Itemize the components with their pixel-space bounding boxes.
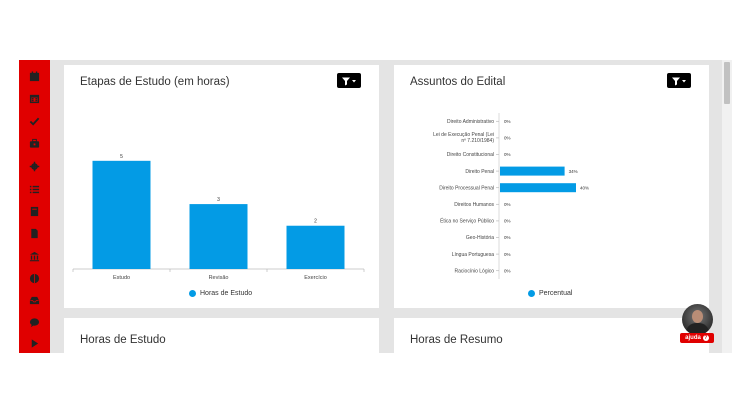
y-tick-label: Língua Portuguesa	[452, 252, 494, 258]
filter-button[interactable]	[667, 73, 691, 88]
bar-4[interactable]	[500, 183, 576, 193]
card-assuntos-do-edital: Assuntos do Edital Direito Administrativ…	[394, 65, 709, 308]
y-tick-label: nº 7.210/1984)	[461, 138, 494, 144]
data-label: 0%	[504, 219, 511, 224]
calendar-grid-icon	[29, 94, 40, 104]
card-horas-de-estudo: Horas de Estudo	[64, 318, 379, 353]
legend-label: Percentual	[539, 290, 573, 297]
card-title: Assuntos do Edital	[410, 76, 506, 88]
bar-exercício[interactable]	[286, 225, 345, 269]
sidebar-item-gear[interactable]	[27, 159, 42, 174]
sidebar-item-pie[interactable]	[27, 271, 42, 286]
legend-swatch	[189, 290, 196, 297]
y-tick-label: Direito Processual Penal	[439, 185, 494, 191]
card-horas-de-resumo: Horas de Resumo	[394, 318, 709, 353]
sidebar-item-document[interactable]	[27, 226, 42, 241]
data-label: 0%	[504, 152, 511, 157]
y-tick-label: Raciocínio Lógico	[455, 268, 495, 274]
list-icon	[29, 185, 40, 194]
sidebar-item-inbox[interactable]	[27, 293, 42, 308]
data-label: 0%	[504, 235, 511, 240]
card-title: Horas de Estudo	[80, 334, 166, 346]
data-label: 40%	[580, 185, 589, 190]
avatar-face	[692, 310, 703, 323]
help-label: ajuda	[685, 335, 701, 341]
sidebar-item-play[interactable]	[27, 336, 42, 351]
filter-button[interactable]	[337, 73, 361, 88]
x-tick-label: Exercício	[304, 275, 327, 281]
sidebar-item-chat[interactable]	[27, 315, 42, 330]
y-tick-label: Direito Penal	[465, 169, 494, 175]
y-tick-label: Direito Constitucional	[447, 152, 494, 158]
chat-icon	[29, 318, 40, 328]
sidebar	[19, 60, 50, 353]
data-label: 0%	[504, 119, 511, 124]
check-icon	[29, 117, 40, 126]
gear-icon	[29, 161, 40, 172]
help-question-icon: ?	[702, 335, 709, 341]
data-label: 5	[120, 154, 123, 160]
y-tick-label: Direito Administrativo	[447, 119, 494, 125]
y-tick-label: Geo-História	[466, 235, 494, 241]
bank-icon	[29, 251, 40, 262]
inbox-icon	[29, 296, 40, 305]
data-label: 0%	[504, 202, 511, 207]
data-label: 0%	[504, 268, 511, 273]
scrollbar[interactable]	[722, 60, 732, 353]
calendar-icon	[29, 71, 40, 82]
sidebar-item-toolbox[interactable]	[27, 136, 42, 151]
chart-legend[interactable]: Percentual	[528, 290, 572, 297]
chart-legend[interactable]: Horas de Estudo	[189, 290, 252, 297]
pie-icon	[29, 273, 40, 284]
help-widget[interactable]: ajuda ?	[680, 304, 714, 344]
assuntos-bar-chart: Direito Administrativo 0%Lei de Execução …	[433, 113, 589, 279]
document-icon	[31, 228, 38, 239]
x-tick-label: Revisão	[209, 275, 229, 281]
data-label: 0%	[504, 252, 511, 257]
scrollbar-thumb[interactable]	[724, 62, 730, 104]
y-tick-label: Direitos Humanos	[454, 202, 494, 208]
x-tick-label: Estudo	[113, 275, 130, 281]
play-icon	[31, 339, 39, 348]
card-etapas-de-estudo: Etapas de Estudo (em horas) 5 Estudo 3 Revi…	[64, 65, 379, 308]
sidebar-item-check[interactable]	[27, 114, 42, 129]
data-label: 0%	[504, 136, 511, 141]
legend-label: Horas de Estudo	[200, 290, 253, 297]
sidebar-item-list[interactable]	[27, 182, 42, 197]
data-label: 34%	[569, 169, 578, 174]
card-title: Etapas de Estudo (em horas)	[80, 76, 230, 88]
book-icon	[30, 206, 39, 217]
y-tick-label: Ética no Serviço Público	[440, 218, 494, 225]
legend-swatch	[528, 290, 535, 297]
sidebar-item-book[interactable]	[27, 204, 42, 219]
help-badge[interactable]: ajuda ?	[680, 333, 714, 343]
data-label: 3	[217, 197, 220, 203]
app-window: Etapas de Estudo (em horas) 5 Estudo 3 Revi…	[19, 60, 732, 353]
toolbox-icon	[29, 138, 40, 148]
sidebar-item-bank[interactable]	[27, 249, 42, 264]
filter-icon	[672, 77, 686, 85]
card-title: Horas de Resumo	[410, 334, 503, 346]
filter-icon	[342, 77, 356, 85]
bar-revisão[interactable]	[189, 204, 248, 269]
etapas-bar-chart: 5 Estudo 3 Revisão 2 Exercício	[72, 154, 365, 281]
bar-3[interactable]	[500, 166, 565, 176]
sidebar-item-calendar-grid[interactable]	[27, 91, 42, 106]
help-avatar[interactable]	[682, 304, 713, 335]
bar-estudo[interactable]	[92, 160, 151, 269]
sidebar-item-calendar[interactable]	[27, 69, 42, 84]
data-label: 2	[314, 219, 317, 225]
